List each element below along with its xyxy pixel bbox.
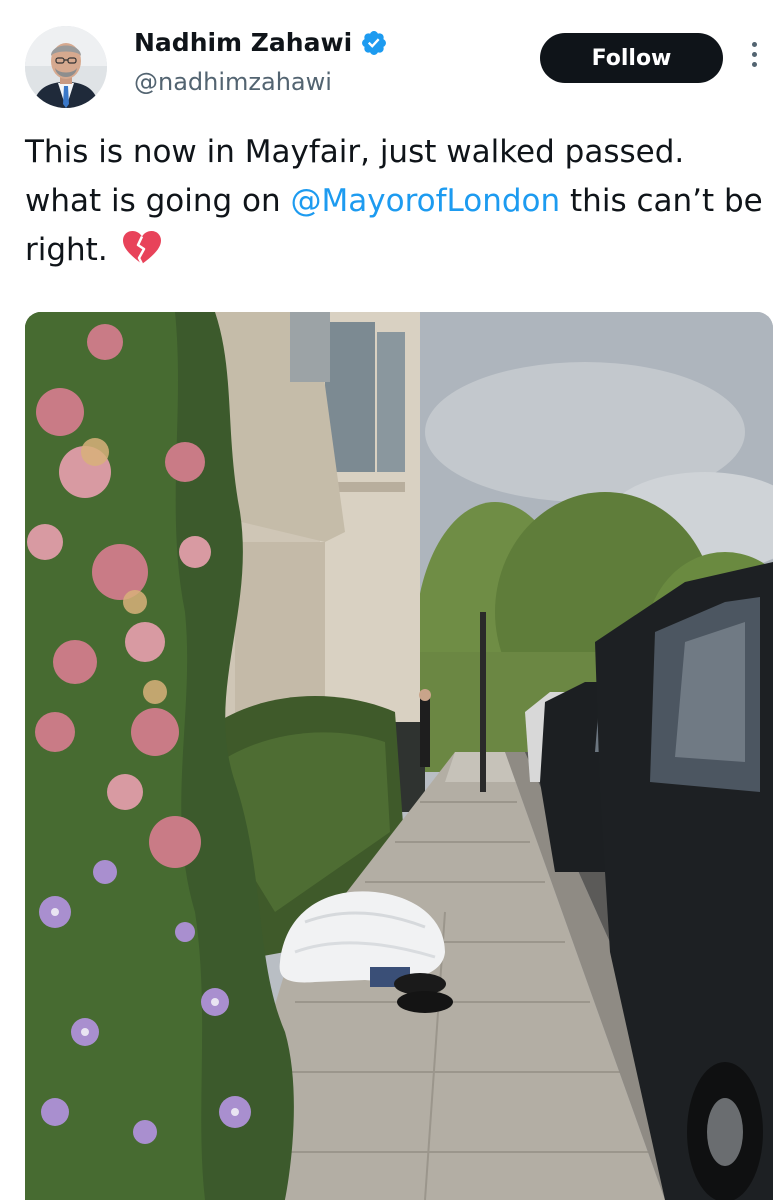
mention-link[interactable]: @MayorofLondon bbox=[291, 183, 561, 219]
author-handle[interactable]: @nadhimzahawi bbox=[134, 68, 332, 96]
author-name[interactable]: Nadhim Zahawi bbox=[134, 28, 352, 57]
street-photo bbox=[25, 312, 773, 1200]
verified-badge-icon bbox=[362, 30, 387, 55]
author-name-row: Nadhim Zahawi bbox=[134, 28, 388, 57]
profile-photo-avatar-icon bbox=[25, 26, 107, 108]
avatar[interactable] bbox=[25, 26, 107, 108]
follow-button[interactable]: Follow bbox=[540, 33, 723, 83]
more-vertical-icon[interactable] bbox=[748, 42, 760, 74]
tweet-text: This is now in Mayfair, just walked pass… bbox=[25, 128, 765, 275]
broken-heart-icon bbox=[122, 231, 161, 265]
tweet-photo[interactable] bbox=[25, 312, 773, 1200]
